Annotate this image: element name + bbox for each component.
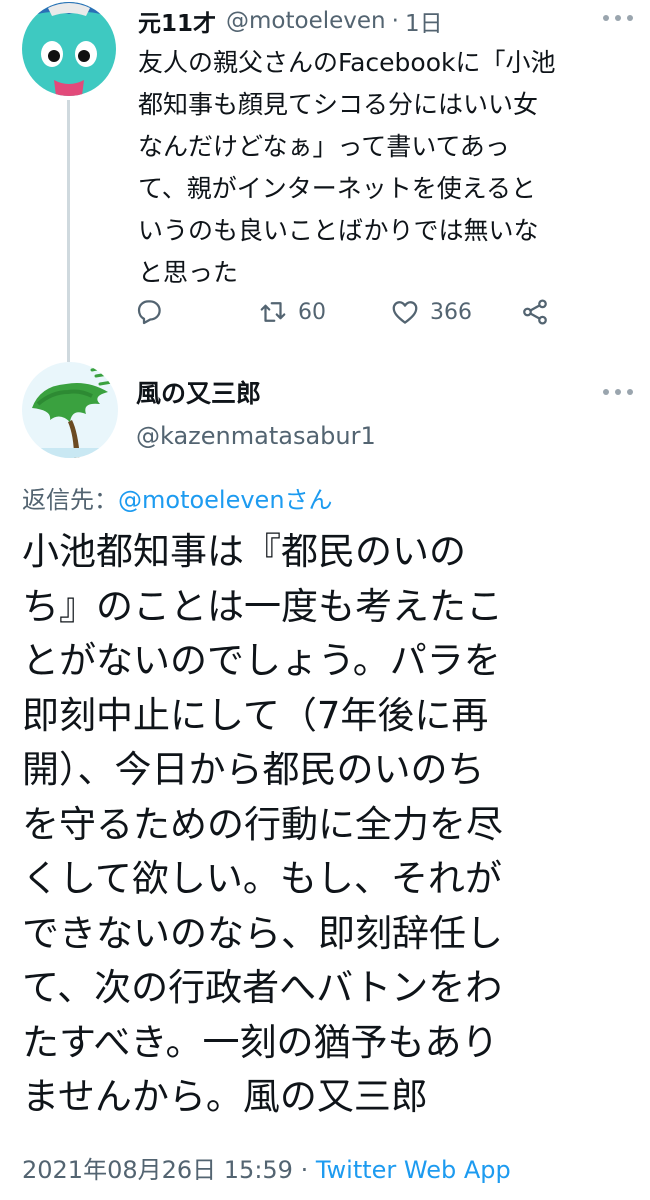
tweet-timestamp[interactable]: 2021年08月26日 15:59 [22, 1156, 293, 1184]
main-text-line: たすべき。一刻の猶予もあり [22, 1020, 499, 1064]
parent-tweet-text: 友人の親父さんのFacebookに「小池 都知事も顔見てシコる分にはいい女 なん… [138, 42, 628, 294]
like-count: 366 [430, 299, 472, 325]
parent-text-line: いうのも良いことばかりでは無いな [138, 216, 539, 245]
main-text-line: ませんから。風の又三郎 [22, 1075, 428, 1118]
main-text-line: を守るための行動に全力を尽 [22, 802, 503, 846]
retweet-icon [260, 302, 286, 322]
parent-action-bar: 60 366 [134, 292, 564, 332]
parent-text-line: 都知事も顔見てシコる分にはいい女 [138, 90, 539, 119]
main-text-line: ち』のことは一度も考えたこ [22, 584, 503, 628]
parent-display-name[interactable]: 元11才 [138, 4, 216, 38]
tweet-thread: 元11才 @motoeleven · 1日 友人の親父さんのFacebookに「… [0, 0, 650, 1200]
share-icon [523, 299, 547, 325]
reply-prefix: 返信先： [22, 486, 118, 514]
main-text-line: 小池都知事は『都民のいの [22, 530, 466, 573]
parent-handle[interactable]: @motoeleven [226, 8, 386, 34]
heart-icon [392, 301, 418, 324]
parent-header: 元11才 @motoeleven · 1日 [138, 4, 443, 38]
parent-more-icon[interactable] [603, 6, 633, 30]
thread-connector [67, 100, 70, 362]
parent-time[interactable]: 1日 [405, 4, 443, 38]
parent-text-line: て、親がインターネットを使えると [138, 174, 537, 203]
parent-avatar[interactable] [22, 2, 116, 96]
timestamp-separator: · [292, 1156, 316, 1184]
main-display-name[interactable]: 風の又三郎 [136, 374, 261, 410]
main-text-line: くして欲しい。もし、それが [22, 857, 502, 900]
parent-text-line: なんだけどなぁ」って書いてあっ [138, 132, 510, 161]
main-text-line: て、次の行政者へバトンをわ [22, 966, 503, 1009]
like-button[interactable]: 366 [390, 292, 472, 332]
retweet-button[interactable]: 60 [258, 292, 326, 332]
share-button[interactable] [520, 292, 550, 332]
main-text-line: とがないのでしょう。パラを [22, 639, 501, 682]
reply-to-line: 返信先：@motoelevenさん [22, 480, 333, 515]
main-handle[interactable]: @kazenmatasabur1 [136, 422, 376, 450]
parent-text-line: 友人の親父さんのFacebookに「小池 [138, 48, 556, 77]
reply-button[interactable] [134, 292, 164, 332]
reply-mention-link[interactable]: @motoelevenさん [118, 486, 333, 514]
main-text-line: 即刻中止にして（7年後に再 [22, 693, 489, 737]
main-avatar[interactable] [22, 362, 118, 458]
tweet-timestamp-line: 2021年08月26日 15:59 · Twitter Web App [22, 1150, 511, 1185]
main-more-icon[interactable] [603, 380, 633, 404]
header-separator: · [391, 8, 399, 34]
main-text-line: 開）、今日から都民のいのち [22, 748, 485, 791]
main-tweet-text: 小池都知事は『都民のいの ち』のことは一度も考えたこ とがないのでしょう。パラを… [22, 525, 632, 1125]
main-text-line: できないのなら、即刻辞任し [22, 911, 503, 955]
tweet-source-link[interactable]: Twitter Web App [316, 1156, 511, 1184]
parent-text-line: と思った [138, 258, 239, 287]
retweet-count: 60 [298, 299, 326, 325]
reply-icon [137, 300, 161, 325]
